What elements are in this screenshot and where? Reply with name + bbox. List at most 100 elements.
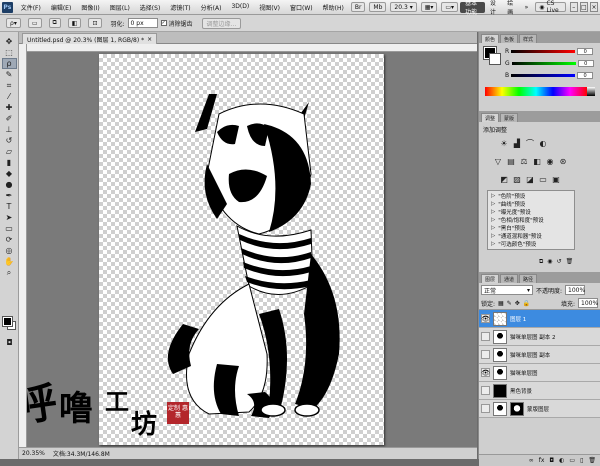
color-balance-icon[interactable]: ⚖: [519, 156, 529, 166]
move-tool-icon[interactable]: ✥: [2, 36, 17, 47]
visibility-eye-icon[interactable]: [481, 386, 490, 395]
menu-item[interactable]: 窗口(W): [285, 3, 318, 12]
shape-tool-icon[interactable]: ▭: [2, 223, 17, 234]
eraser-tool-icon[interactable]: ▱: [2, 146, 17, 157]
panel-tab[interactable]: 蒙版: [500, 113, 519, 122]
preset-item[interactable]: ▷ "黑白"预设: [488, 224, 574, 232]
hue-saturation-icon[interactable]: ▤: [506, 156, 516, 166]
layer-mask-thumbnail[interactable]: [510, 401, 524, 416]
type-tool-icon[interactable]: T: [2, 201, 17, 212]
link-icon[interactable]: ∞: [529, 457, 534, 464]
adjustment-layer-icon[interactable]: ◐: [559, 457, 564, 464]
document-tab[interactable]: Untitled.psd @ 20.3% (图层 1, RGB/8) * ×: [22, 33, 158, 44]
panel-tab[interactable]: 颜色: [481, 34, 500, 43]
selective-color-icon[interactable]: ▣: [551, 174, 561, 184]
menu-item[interactable]: 帮助(H): [318, 3, 349, 12]
panel-tab[interactable]: 调整: [481, 113, 500, 122]
pen-tool-icon[interactable]: ✒: [2, 190, 17, 201]
selection-mode-intersect[interactable]: ⊡: [88, 18, 102, 28]
threshold-icon[interactable]: ◪: [525, 174, 535, 184]
menu-item[interactable]: 分析(A): [196, 3, 227, 12]
selection-mode-add[interactable]: ⧉: [48, 18, 61, 28]
fill-input[interactable]: 100%: [578, 298, 598, 308]
dodge-tool-icon[interactable]: ●: [2, 179, 17, 190]
opacity-input[interactable]: 100%: [565, 285, 585, 295]
slider-b[interactable]: [511, 73, 576, 77]
menu-item[interactable]: 编辑(E): [46, 3, 76, 12]
3d-rotate-tool-icon[interactable]: ⟳: [2, 234, 17, 245]
refine-edge-button[interactable]: 调整边缘...: [201, 17, 242, 29]
workspace-button[interactable]: 基本功能: [460, 0, 485, 16]
maximize-button[interactable]: □: [579, 2, 588, 12]
blur-tool-icon[interactable]: ◆: [2, 168, 17, 179]
path-selection-tool-icon[interactable]: ➤: [2, 212, 17, 223]
layer-row[interactable]: 猫咪单层图 副本 2: [479, 328, 600, 346]
canvas-area[interactable]: 呼 噜 工 坊 定制 惠蕙: [27, 52, 477, 447]
screen-mode-button[interactable]: ▭▾: [441, 2, 459, 12]
3d-orbit-tool-icon[interactable]: ◎: [2, 245, 17, 256]
hand-tool-icon[interactable]: ✋: [2, 256, 17, 267]
layer-row[interactable]: 猫咪单层图 副本: [479, 346, 600, 364]
status-zoom[interactable]: 20.35%: [22, 450, 45, 457]
preset-item[interactable]: ▷ "曝光度"预设: [488, 208, 574, 216]
quick-select-tool-icon[interactable]: ✎: [2, 69, 17, 80]
color-bg-swatch[interactable]: [489, 53, 501, 65]
delete-layer-icon[interactable]: 🗑: [588, 457, 596, 464]
layer-row[interactable]: 👁 图层 1: [479, 310, 600, 328]
visibility-eye-icon[interactable]: [481, 404, 490, 413]
workspace-button[interactable]: 绘画: [502, 0, 519, 16]
bridge-button[interactable]: Br: [350, 2, 366, 12]
mask-icon[interactable]: ◘: [549, 457, 554, 464]
eyedropper-tool-icon[interactable]: ⁄: [2, 91, 17, 102]
vibrance-icon[interactable]: ▽: [493, 156, 503, 166]
panel-tab[interactable]: 路径: [519, 274, 538, 283]
channel-g-value[interactable]: 0: [577, 59, 594, 67]
preset-item[interactable]: ▷ "可选颜色"预设: [488, 240, 574, 248]
visibility-eye-icon[interactable]: [481, 332, 490, 341]
lock-transparent-icon[interactable]: ▦: [498, 300, 504, 307]
trash-icon[interactable]: 🗑: [566, 258, 574, 266]
preset-item[interactable]: ▷ "色相/饱和度"预设: [488, 216, 574, 224]
panel-tab[interactable]: 色板: [500, 34, 519, 43]
visibility-eye-icon[interactable]: 👁: [481, 368, 490, 377]
minimize-button[interactable]: –: [569, 2, 578, 12]
reset-icon[interactable]: ↺: [557, 258, 562, 266]
menu-item[interactable]: 滤镜(T): [165, 3, 195, 12]
feather-input[interactable]: 0 px: [127, 18, 158, 28]
exposure-icon[interactable]: ◐: [538, 138, 548, 148]
brightness-contrast-icon[interactable]: ☀: [499, 138, 509, 148]
clip-icon[interactable]: ⧉: [539, 258, 543, 266]
menu-item[interactable]: 视图(V): [254, 3, 285, 12]
panel-tab[interactable]: 样式: [519, 34, 538, 43]
preset-item[interactable]: ▷ "曲线"预设: [488, 200, 574, 208]
menu-item[interactable]: 选择(S): [135, 3, 166, 12]
brush-tool-icon[interactable]: ✐: [2, 113, 17, 124]
layer-row[interactable]: 黑色背景: [479, 382, 600, 400]
layer-row[interactable]: 蒙版图层: [479, 400, 600, 418]
new-layer-icon[interactable]: ▯: [580, 457, 583, 464]
zoom-tool-icon[interactable]: ⌕: [2, 267, 17, 278]
menu-item[interactable]: 图层(L): [105, 3, 135, 12]
visibility-eye-icon[interactable]: 👁: [481, 314, 490, 323]
channel-b-value[interactable]: 0: [577, 71, 594, 79]
menu-item[interactable]: 3D(D): [226, 3, 254, 12]
zoom-select[interactable]: 20.3 ▾: [390, 2, 417, 12]
preset-item[interactable]: ▷ "通道混和器"预设: [488, 232, 574, 240]
workspace-overflow-button[interactable]: »: [520, 2, 534, 13]
photo-filter-icon[interactable]: ◉: [545, 156, 555, 166]
healing-brush-tool-icon[interactable]: ✚: [2, 102, 17, 113]
lock-position-icon[interactable]: ✥: [515, 300, 520, 307]
slider-g[interactable]: [511, 61, 576, 65]
gradient-map-icon[interactable]: ▭: [538, 174, 548, 184]
slider-r[interactable]: [511, 49, 576, 53]
workspace-button[interactable]: 设计: [485, 0, 502, 16]
lock-all-icon[interactable]: 🔒: [523, 300, 530, 307]
channel-mixer-icon[interactable]: ⊛: [558, 156, 568, 166]
invert-icon[interactable]: ◩: [499, 174, 509, 184]
panel-tab[interactable]: 通道: [500, 274, 519, 283]
lasso-tool-icon[interactable]: ρ: [1, 58, 17, 69]
black-white-icon[interactable]: ◧: [532, 156, 542, 166]
eye-icon[interactable]: ◉: [547, 258, 552, 266]
tool-preset-picker[interactable]: ρ ▾: [6, 18, 21, 28]
layer-row[interactable]: 👁 猫咪单层图: [479, 364, 600, 382]
